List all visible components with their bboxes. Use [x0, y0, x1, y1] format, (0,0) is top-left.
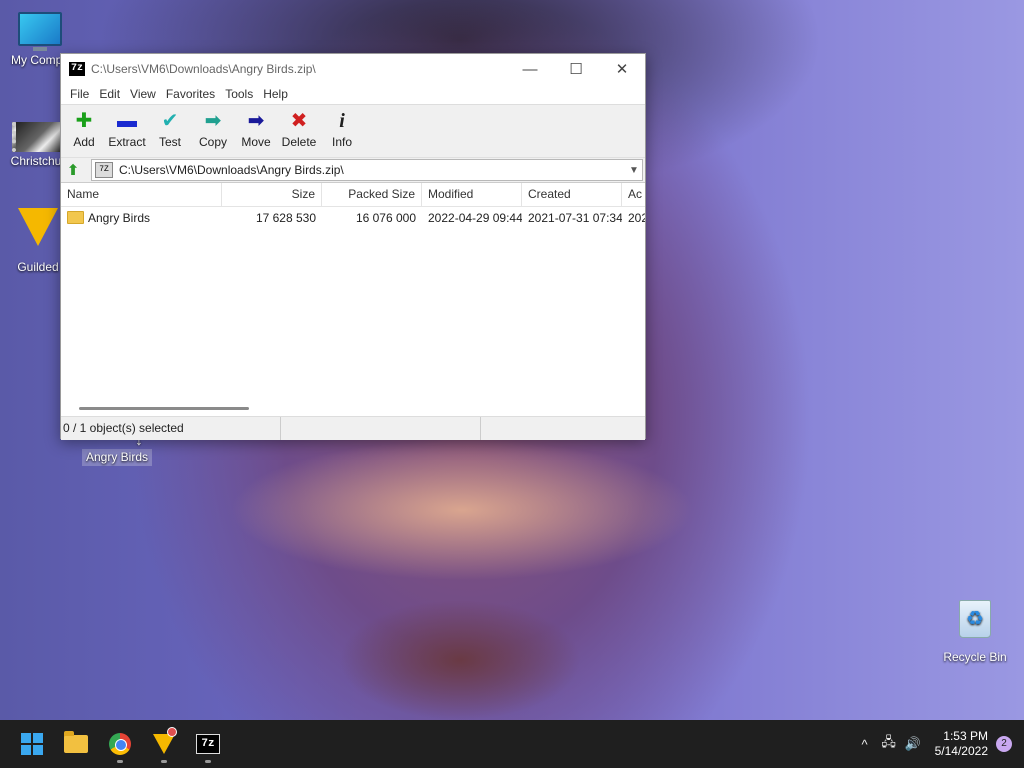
delete-icon: ✖: [290, 110, 308, 132]
up-arrow-icon: ⬆: [66, 162, 80, 179]
status-cell-2: [281, 417, 481, 440]
menu-file[interactable]: File: [65, 87, 94, 101]
add-button[interactable]: ✚ Add: [65, 105, 103, 149]
windows-start-icon: [21, 733, 43, 755]
info-icon: i: [339, 110, 345, 132]
address-field[interactable]: 7Z C:\Users\VM6\Downloads\Angry Birds.zi…: [91, 159, 643, 181]
window-controls: — ☐ ✕: [507, 54, 645, 84]
title-bar[interactable]: 7z C:\Users\VM6\Downloads\Angry Birds.zi…: [61, 54, 645, 84]
column-header-created[interactable]: Created: [522, 183, 622, 206]
close-button[interactable]: ✕: [599, 54, 645, 84]
row-packed-size: 16 076 000: [355, 211, 416, 225]
status-bar: 0 / 1 object(s) selected: [61, 416, 645, 440]
running-indicator: [205, 760, 211, 763]
chevron-down-icon[interactable]: ▼: [626, 165, 642, 176]
chrome-icon: [109, 733, 131, 755]
video-file-icon: [12, 122, 64, 152]
add-icon: ✚: [75, 110, 93, 132]
column-header-name[interactable]: Name: [61, 183, 222, 206]
7zip-icon: 7z: [196, 734, 220, 754]
row-name: Angry Birds: [88, 211, 151, 225]
guilded-icon: [153, 734, 175, 754]
clock-date: 5/14/2022: [934, 744, 988, 758]
menu-edit[interactable]: Edit: [94, 87, 125, 101]
row-accessed: 202: [628, 211, 645, 225]
archive-icon: 7Z: [95, 162, 113, 178]
info-button[interactable]: i Info: [323, 105, 361, 149]
move-button[interactable]: ➡ Move: [237, 105, 275, 149]
dragged-item-label: Angry Birds: [82, 449, 153, 466]
menu-help[interactable]: Help: [258, 87, 293, 101]
delete-button[interactable]: ✖ Delete: [280, 105, 318, 149]
chevron-up-icon[interactable]: ^: [853, 737, 877, 752]
test-button[interactable]: ✔ Test: [151, 105, 189, 149]
address-path[interactable]: C:\Users\VM6\Downloads\Angry Birds.zip\: [119, 163, 626, 177]
menu-view[interactable]: View: [125, 87, 161, 101]
start-button[interactable]: [10, 722, 54, 766]
move-label: Move: [241, 135, 271, 149]
taskbar: 7z ^ 🖧 🔊 1:53 PM 5/14/2022 2: [0, 720, 1024, 768]
extract-label: Extract: [108, 135, 146, 149]
menu-favorites[interactable]: Favorites: [161, 87, 220, 101]
window-title: C:\Users\VM6\Downloads\Angry Birds.zip\: [91, 62, 316, 76]
running-indicator: [117, 760, 123, 763]
taskbar-file-explorer[interactable]: [54, 722, 98, 766]
row-name-cell: Angry Birds: [61, 207, 222, 229]
clock-time: 1:53 PM: [943, 729, 988, 743]
clock[interactable]: 1:53 PM 5/14/2022: [935, 729, 988, 759]
notification-count-badge[interactable]: 2: [996, 736, 1012, 752]
7zip-window[interactable]: 7z C:\Users\VM6\Downloads\Angry Birds.zi…: [60, 53, 646, 440]
computer-stand: [33, 47, 47, 51]
folder-icon: [67, 211, 84, 225]
maximize-button[interactable]: ☐: [553, 54, 599, 84]
volume-icon[interactable]: 🔊: [901, 736, 925, 752]
up-folder-button[interactable]: ⬆: [61, 159, 85, 181]
desktop-icon-label: Recycle Bin: [943, 650, 1007, 664]
guilded-icon: [18, 208, 58, 246]
extract-button[interactable]: ▬ Extract: [108, 105, 146, 149]
row-modified: 2022-04-29 09:44: [428, 211, 522, 225]
file-list-header: Name Size Packed Size Modified Created A…: [61, 183, 645, 207]
7zip-app-icon: 7z: [69, 62, 85, 76]
taskbar-7zip[interactable]: 7z: [186, 722, 230, 766]
menu-bar: File Edit View Favorites Tools Help: [61, 84, 645, 104]
horizontal-scrollbar[interactable]: [79, 407, 249, 410]
test-label: Test: [158, 135, 181, 149]
table-row[interactable]: Angry Birds 17 628 530 16 076 000 2022-0…: [61, 207, 645, 229]
toolbar: ✚ Add ▬ Extract ✔ Test ➡ Copy ➡ Move ✖ D…: [61, 104, 645, 157]
copy-icon: ➡: [204, 110, 222, 132]
network-icon[interactable]: 🖧: [877, 733, 901, 755]
column-header-packed-size[interactable]: Packed Size: [322, 183, 422, 206]
menu-tools[interactable]: Tools: [220, 87, 258, 101]
move-icon: ➡: [247, 110, 265, 132]
address-bar: ⬆ 7Z C:\Users\VM6\Downloads\Angry Birds.…: [61, 157, 645, 182]
copy-label: Copy: [198, 135, 227, 149]
delete-label: Delete: [281, 135, 317, 149]
notification-badge-icon: [167, 727, 177, 737]
taskbar-chrome[interactable]: [98, 722, 142, 766]
status-selection: 0 / 1 object(s) selected: [61, 417, 281, 440]
taskbar-guilded[interactable]: [142, 722, 186, 766]
minimize-button[interactable]: —: [507, 54, 553, 84]
column-header-modified[interactable]: Modified: [422, 183, 522, 206]
computer-icon: [18, 12, 62, 46]
row-size: 17 628 530: [255, 211, 316, 225]
row-created: 2021-07-31 07:34: [528, 211, 622, 225]
info-label: Info: [331, 135, 352, 149]
test-icon: ✔: [161, 110, 179, 132]
running-indicator: [161, 760, 167, 763]
status-cell-3: [481, 417, 643, 440]
file-list[interactable]: Name Size Packed Size Modified Created A…: [61, 182, 645, 416]
copy-button[interactable]: ➡ Copy: [194, 105, 232, 149]
extract-icon: ▬: [117, 110, 137, 132]
desktop-icon-recycle-bin[interactable]: ♻ Recycle Bin: [935, 600, 1015, 664]
file-explorer-icon: [64, 731, 88, 753]
column-header-size[interactable]: Size: [222, 183, 322, 206]
add-label: Add: [73, 135, 95, 149]
system-tray: ^ 🖧 🔊 1:53 PM 5/14/2022 2: [853, 720, 1024, 768]
recycle-bin-icon: ♻: [959, 600, 991, 638]
column-header-accessed[interactable]: Ac: [622, 183, 645, 206]
